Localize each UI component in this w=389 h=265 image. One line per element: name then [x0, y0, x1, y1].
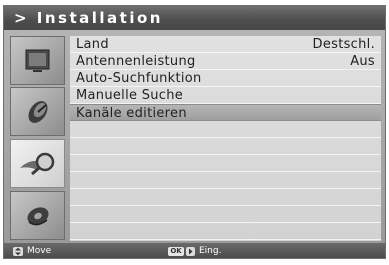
category-installation[interactable]: [10, 139, 65, 188]
footer-hint-bar: Move OK Eing.: [4, 243, 385, 258]
menu-empty-row: [70, 206, 381, 223]
menu-item-value: Aus: [350, 54, 375, 69]
tv-screen-icon: [25, 49, 49, 72]
menu-item-label: Land: [76, 37, 109, 52]
disc-icon: [26, 206, 49, 225]
menu-item-antennenleistung[interactable]: Antennenleistung Aus: [70, 53, 381, 70]
right-arrow-icon: [186, 247, 195, 256]
search-magnifier-icon: [19, 152, 54, 175]
menu-empty-row: [70, 172, 381, 189]
installation-screen: > Installation Land Destschl. Antennenle…: [3, 5, 386, 259]
menu-empty-row: [70, 155, 381, 172]
menu-panel: Land Destschl. Antennenleistung Aus Auto…: [70, 36, 381, 241]
menu-item-value: Destschl.: [312, 37, 375, 52]
menu-item-label: Manuelle Suche: [76, 88, 184, 103]
menu-item-auto-suchfunktion[interactable]: Auto-Suchfunktion: [70, 70, 381, 87]
menu-empty-row: [70, 138, 381, 155]
page-title: > Installation: [4, 6, 385, 30]
category-satellite[interactable]: [10, 87, 65, 136]
menu-item-label: Kanäle editieren: [76, 106, 187, 121]
move-hint-label: Move: [27, 246, 52, 256]
ok-key-icon: OK: [168, 247, 184, 256]
menu-empty-row: [70, 223, 381, 240]
satellite-dish-icon: [27, 100, 48, 123]
up-down-icon: [13, 247, 23, 256]
menu-item-label: Antennenleistung: [76, 54, 196, 69]
menu-empty-row: [70, 121, 381, 138]
menu-item-land[interactable]: Land Destschl.: [70, 36, 381, 53]
menu-empty-row: [70, 189, 381, 206]
category-media[interactable]: [10, 191, 65, 240]
category-icon-column: [10, 36, 65, 240]
menu-item-label: Auto-Suchfunktion: [76, 71, 202, 86]
menu-item-manuelle-suche[interactable]: Manuelle Suche: [70, 87, 381, 104]
content-area: Land Destschl. Antennenleistung Aus Auto…: [4, 30, 385, 243]
enter-hint-label: Eing.: [199, 246, 222, 256]
menu-item-kanaele-editieren[interactable]: Kanäle editieren: [70, 104, 381, 121]
category-tv[interactable]: [10, 36, 65, 85]
